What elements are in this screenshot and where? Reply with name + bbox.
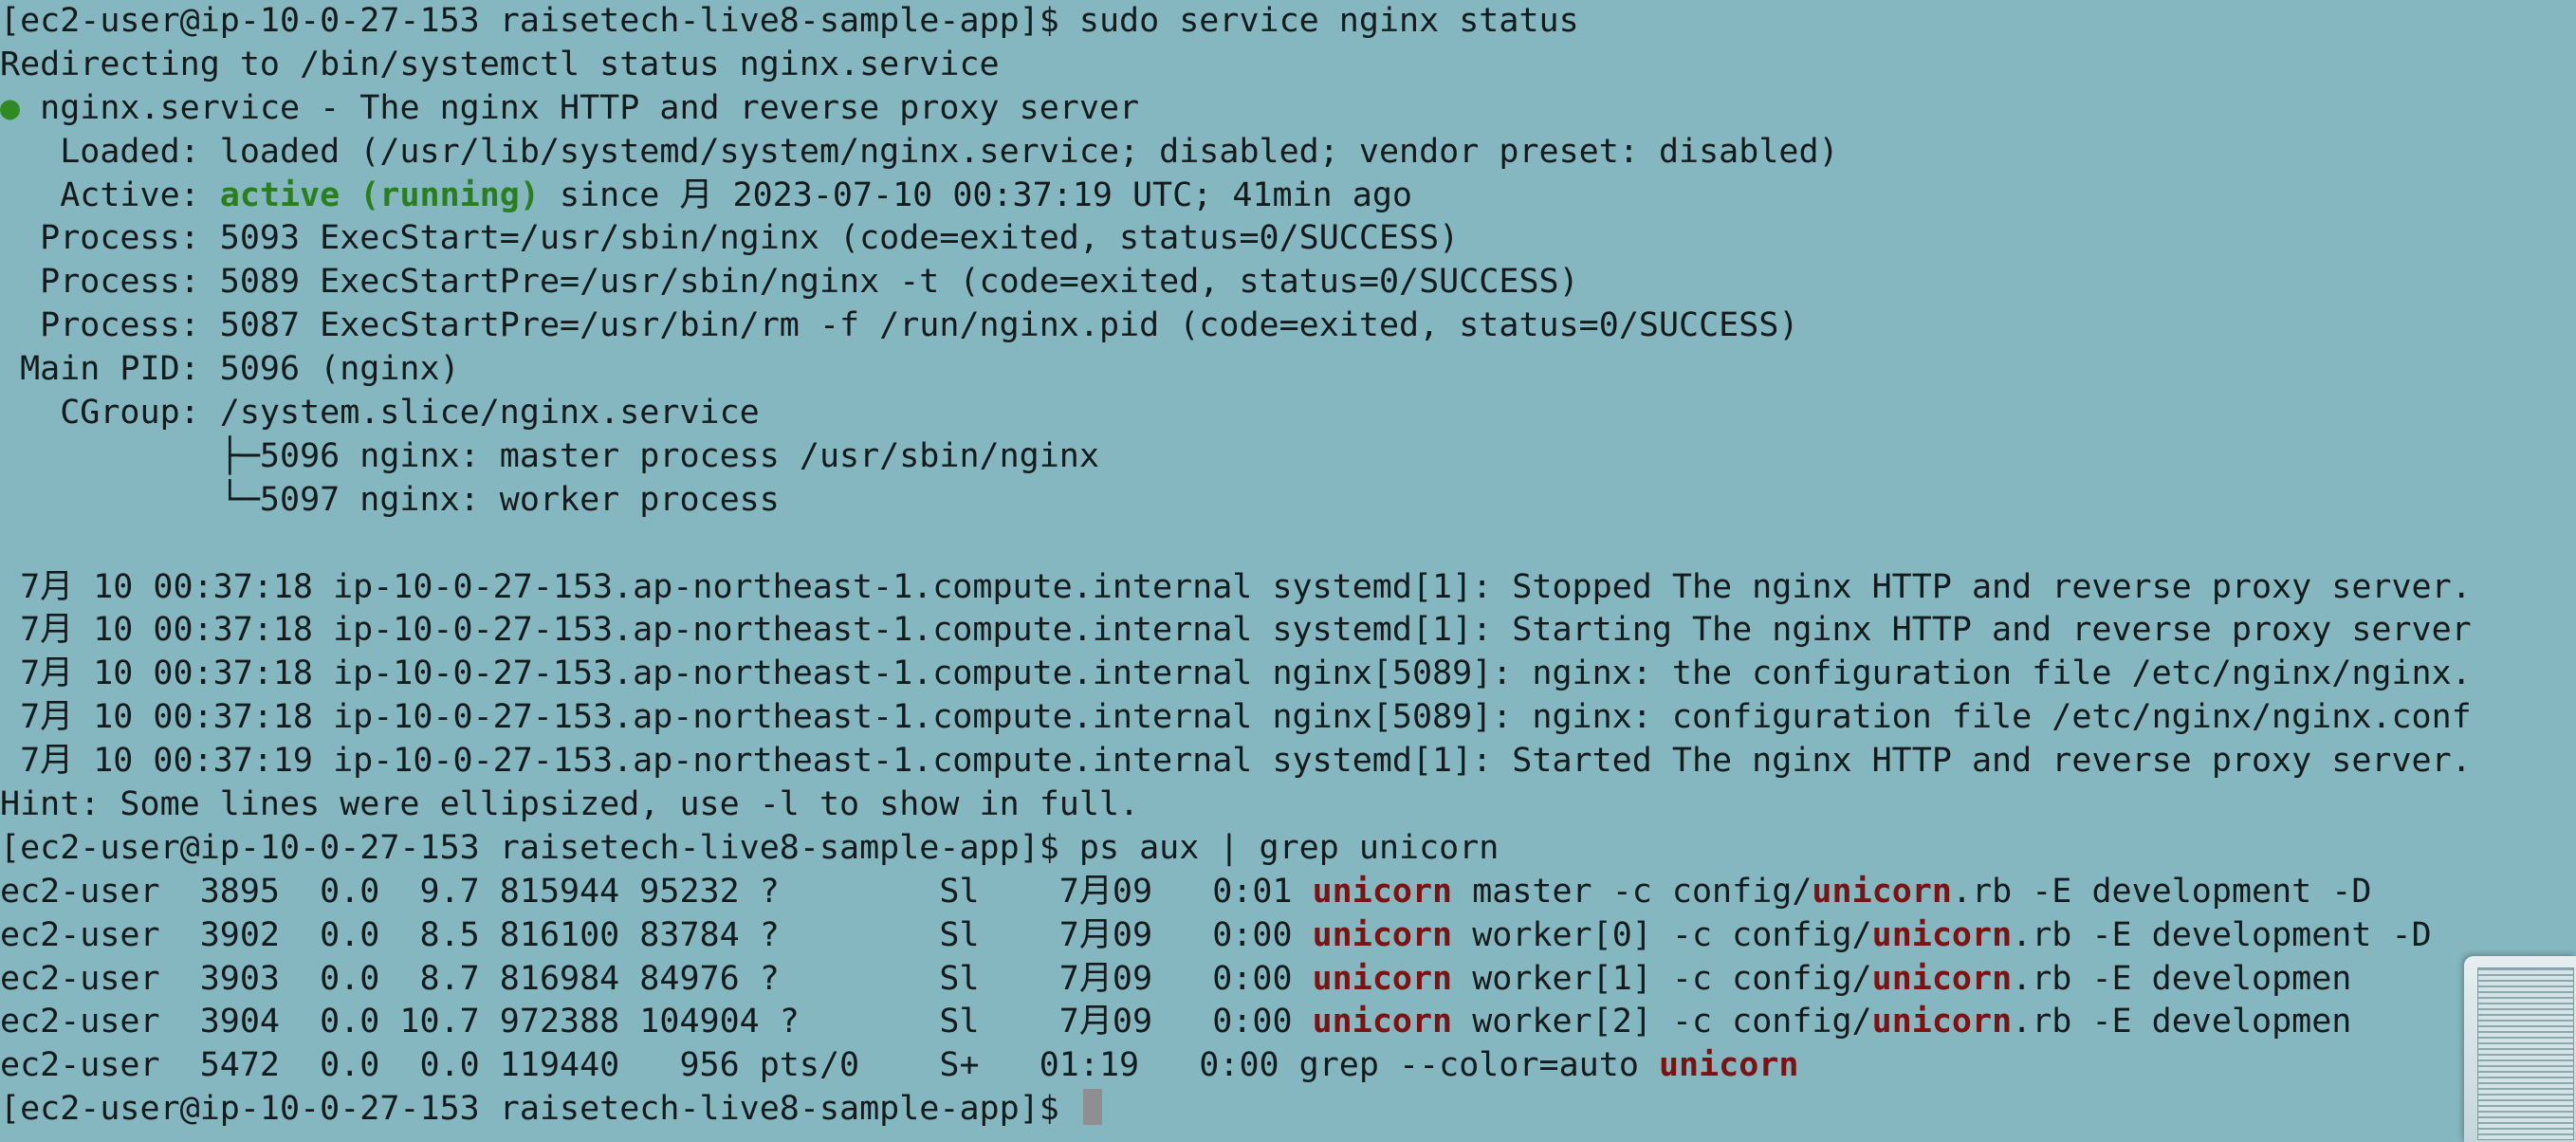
status-dot-icon: ● <box>0 88 21 127</box>
terminal-text: 7月 10 00:37:18 ip-10-0-27-153.ap-northea… <box>0 654 2472 693</box>
terminal-line: 7月 10 00:37:18 ip-10-0-27-153.ap-northea… <box>0 696 2576 740</box>
terminal-text: [ec2-user@ip-10-0-27-153 raisetech-live8… <box>0 828 1500 867</box>
terminal-text: ec2-user 3895 0.0 9.7 815944 95232 ? Sl … <box>0 872 1313 911</box>
terminal-line: 7月 10 00:37:19 ip-10-0-27-153.ap-northea… <box>0 740 2576 783</box>
terminal-text: 7月 10 00:37:18 ip-10-0-27-153.ap-northea… <box>0 567 2472 606</box>
terminal-text: .rb -E development -D <box>2012 915 2432 954</box>
terminal-line: ├─5096 nginx: master process /usr/sbin/n… <box>0 435 2576 479</box>
grep-match-text: unicorn <box>1658 1046 1799 1085</box>
terminal-text: Process: 5093 ExecStart=/usr/sbin/nginx … <box>0 219 1460 258</box>
terminal-line: 7月 10 00:37:18 ip-10-0-27-153.ap-northea… <box>0 653 2576 696</box>
terminal-line: [ec2-user@ip-10-0-27-153 raisetech-live8… <box>0 0 2576 44</box>
terminal-text: Main PID: 5096 (nginx) <box>0 350 460 389</box>
terminal-text: CGroup: /system.slice/nginx.service <box>0 394 760 433</box>
terminal-text: since 月 2023-07-10 00:37:19 UTC; 41min a… <box>539 175 1412 214</box>
terminal-text: 7月 10 00:37:19 ip-10-0-27-153.ap-northea… <box>0 742 2472 781</box>
terminal-text: nginx.service - The nginx HTTP and rever… <box>20 88 1140 127</box>
terminal-line: CGroup: /system.slice/nginx.service <box>0 392 2576 435</box>
terminal-text: ec2-user 3903 0.0 8.7 816984 84976 ? Sl … <box>0 959 1313 998</box>
terminal-window[interactable]: [ec2-user@ip-10-0-27-153 raisetech-live8… <box>0 0 2576 1142</box>
terminal-text: .rb -E development -D <box>1951 872 2372 911</box>
terminal-text: ec2-user 3902 0.0 8.5 816100 83784 ? Sl … <box>0 915 1313 954</box>
terminal-text: 7月 10 00:37:18 ip-10-0-27-153.ap-northea… <box>0 698 2472 737</box>
terminal-line: ec2-user 3903 0.0 8.7 816984 84976 ? Sl … <box>0 958 2576 1002</box>
active-status-text: active (running) <box>219 175 540 214</box>
grep-match-text: unicorn <box>1312 1003 1453 1041</box>
terminal-text: master -c config/ <box>1452 872 1812 911</box>
terminal-text: .rb -E developmen <box>2012 1003 2352 1041</box>
terminal-text: 7月 10 00:37:18 ip-10-0-27-153.ap-northea… <box>0 611 2472 650</box>
terminal-text: Redirecting to /bin/systemctl status ngi… <box>0 45 1000 83</box>
terminal-line: 7月 10 00:37:18 ip-10-0-27-153.ap-northea… <box>0 609 2576 653</box>
grep-match-text: unicorn <box>1871 959 2013 998</box>
terminal-line: ec2-user 3895 0.0 9.7 815944 95232 ? Sl … <box>0 871 2576 914</box>
terminal-text: ec2-user 3904 0.0 10.7 972388 104904 ? S… <box>0 1003 1313 1041</box>
grep-match-text: unicorn <box>1871 1003 2013 1041</box>
terminal-line: Redirecting to /bin/systemctl status ngi… <box>0 44 2576 87</box>
terminal-line: └─5097 nginx: worker process <box>0 479 2576 523</box>
terminal-text: [ec2-user@ip-10-0-27-153 raisetech-live8… <box>0 2 1579 40</box>
terminal-line: Main PID: 5096 (nginx) <box>0 348 2576 392</box>
terminal-line: Hint: Some lines were ellipsized, use -l… <box>0 783 2576 827</box>
terminal-text: worker[0] -c config/ <box>1452 915 1872 954</box>
terminal-text: worker[2] -c config/ <box>1452 1003 1872 1041</box>
terminal-line: Loaded: loaded (/usr/lib/systemd/system/… <box>0 131 2576 175</box>
terminal-line: Process: 5093 ExecStart=/usr/sbin/nginx … <box>0 217 2576 261</box>
terminal-text: worker[1] -c config/ <box>1452 959 1872 998</box>
terminal-text: Process: 5089 ExecStartPre=/usr/sbin/ngi… <box>0 263 1579 302</box>
terminal-line: Active: active (running) since 月 2023-07… <box>0 175 2576 218</box>
terminal-text: Loaded: loaded (/usr/lib/systemd/system/… <box>0 132 1839 171</box>
terminal-text: ├─5096 nginx: master process /usr/sbin/n… <box>0 436 1099 475</box>
terminal-text: Hint: Some lines were ellipsized, use -l… <box>0 785 1140 824</box>
terminal-line: [ec2-user@ip-10-0-27-153 raisetech-live8… <box>0 827 2576 871</box>
terminal-text: Process: 5087 ExecStartPre=/usr/bin/rm -… <box>0 306 1799 345</box>
grep-match-text: unicorn <box>1312 959 1453 998</box>
terminal-line: ec2-user 3904 0.0 10.7 972388 104904 ? S… <box>0 1001 2576 1044</box>
terminal-text: Active: <box>0 175 220 214</box>
terminal-text: .rb -E developmen <box>2012 959 2352 998</box>
thumbnail-preview <box>2477 967 2574 1140</box>
terminal-line: ec2-user 5472 0.0 0.0 119440 956 pts/0 S… <box>0 1044 2576 1088</box>
terminal-cursor[interactable] <box>1082 1089 1102 1126</box>
terminal-line: ● nginx.service - The nginx HTTP and rev… <box>0 87 2576 131</box>
terminal-text: ec2-user 5472 0.0 0.0 119440 956 pts/0 S… <box>0 1046 1659 1085</box>
terminal-line: ec2-user 3902 0.0 8.5 816100 83784 ? Sl … <box>0 914 2576 958</box>
terminal-line: 7月 10 00:37:18 ip-10-0-27-153.ap-northea… <box>0 566 2576 610</box>
grep-match-text: unicorn <box>1312 915 1453 954</box>
screenshot-thumbnail-icon[interactable] <box>2464 956 2576 1142</box>
terminal-text: └─5097 nginx: worker process <box>0 480 780 519</box>
grep-match-text: unicorn <box>1312 872 1453 911</box>
terminal-line: [ec2-user@ip-10-0-27-153 raisetech-live8… <box>0 1088 2576 1132</box>
grep-match-text: unicorn <box>1812 872 1952 911</box>
terminal-line: Process: 5087 ExecStartPre=/usr/bin/rm -… <box>0 304 2576 348</box>
terminal-line: Process: 5089 ExecStartPre=/usr/sbin/ngi… <box>0 261 2576 304</box>
terminal-text: [ec2-user@ip-10-0-27-153 raisetech-live8… <box>0 1090 1079 1129</box>
grep-match-text: unicorn <box>1871 915 2013 954</box>
